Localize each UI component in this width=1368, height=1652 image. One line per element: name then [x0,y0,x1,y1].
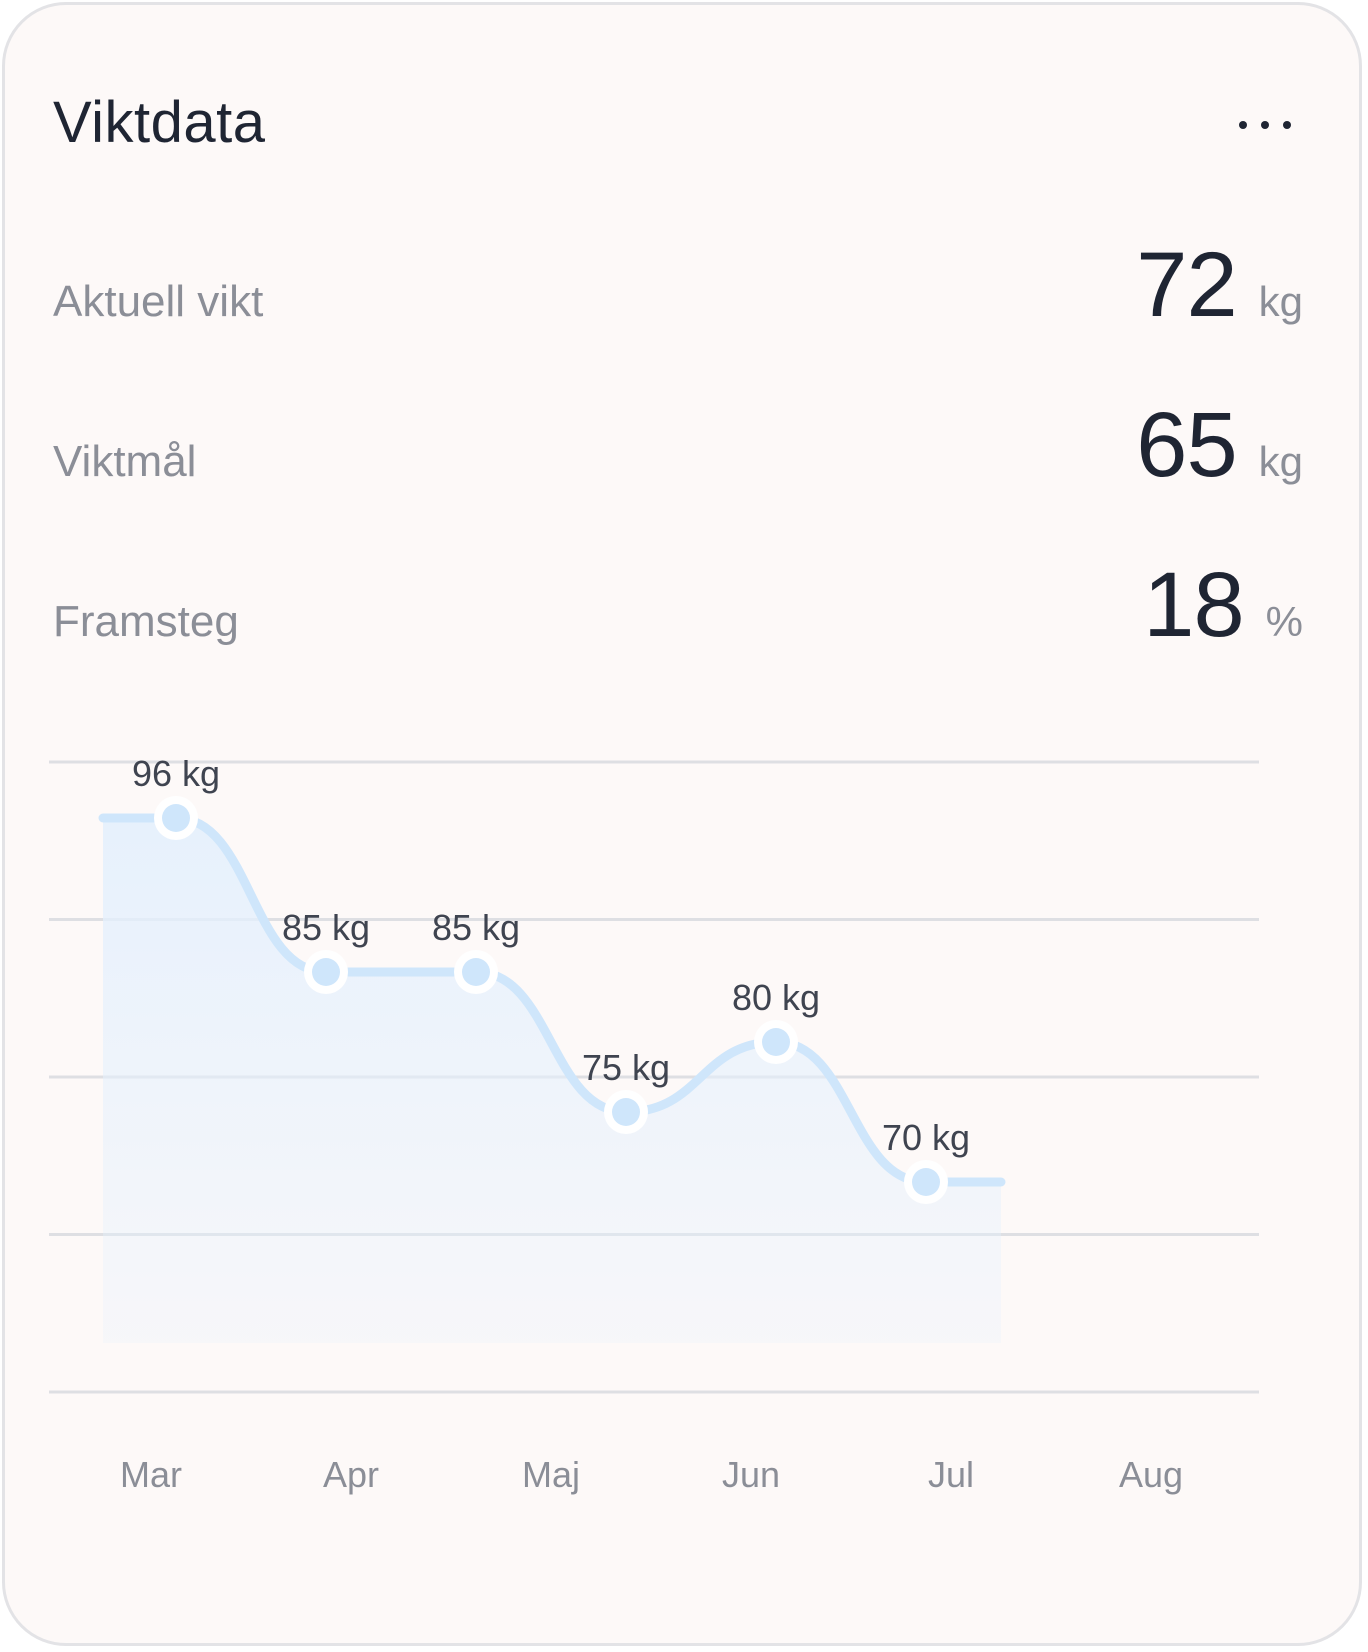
chart-data-label: 70 kg [882,1117,970,1158]
chart-point [462,958,490,986]
chart-x-tick-label: Apr [323,1454,379,1495]
chart-point [762,1028,790,1056]
chart-data-label: 85 kg [432,907,520,948]
weight-card: Viktdata Aktuell vikt 72 kg Viktmål 65 k… [2,2,1362,1646]
chart-area [103,818,1001,1343]
chart-x-tick-label: Maj [522,1454,580,1495]
chart-x-tick-label: Jul [928,1454,974,1495]
chart-data-label: 96 kg [132,753,220,794]
weight-chart: 96 kg 85 kg 85 kg 75 kg 80 kg 70 kg Mar Apr Maj J… [49,753,1259,1495]
chart-data-label: 75 kg [582,1047,670,1088]
chart-point [312,958,340,986]
chart-point [912,1168,940,1196]
chart-x-tick-label: Jun [722,1454,780,1495]
chart-x-tick-label: Aug [1119,1454,1183,1495]
chart-x-tick-label: Mar [120,1454,182,1495]
chart-data-label: 80 kg [732,977,820,1018]
chart-point [612,1098,640,1126]
chart-point [162,804,190,832]
chart-data-label: 85 kg [282,907,370,948]
